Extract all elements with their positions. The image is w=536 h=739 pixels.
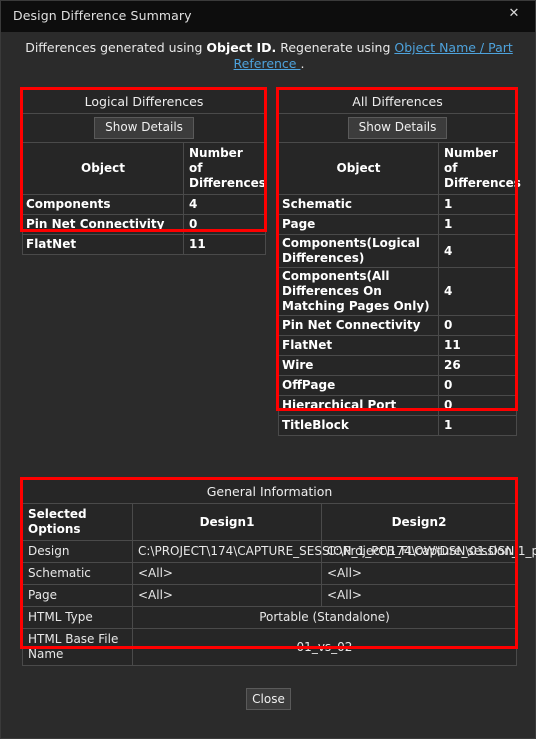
banner-text-2: Regenerate using [276,40,395,55]
general-row-design2-1: <All> [321,562,517,585]
table-row: FlatNet 11 [278,335,517,356]
general-row-merged-3: Portable (Standalone) [132,606,517,629]
general-row-design1-2: <All> [132,584,322,607]
logical-col-count: Number of Differences [182,142,267,195]
all-row-object-7: OffPage [278,375,439,396]
table-row: Pin Net Connectivity 0 [278,315,517,336]
table-row: Pin Net Connectivity 0 [22,214,267,235]
table-row: Design C:\PROJECT\174\CAPTURE_SESSION_1_… [22,540,536,563]
all-row-count-7: 0 [438,375,517,396]
all-row-count-8: 0 [438,395,517,416]
logical-show-details-button[interactable]: Show Details [94,117,194,139]
all-row-object-9: TitleBlock [278,415,439,436]
table-row: Schematic 1 [278,194,517,215]
all-differences-table: All Differences Show Details Object Numb… [278,89,521,436]
table-row: Components(All Differences On Matching P… [278,267,517,316]
logical-col-object: Object [22,142,184,195]
logical-row-count-1: 0 [182,214,267,235]
all-row-count-2: 4 [438,234,517,268]
logical-differences-table: Logical Differences Show Details Object … [21,89,267,255]
table-button-row: Show Details [278,113,517,143]
table-row: FlatNet 11 [22,234,267,255]
table-header-row: Object Number of Differences [22,142,267,195]
banner-object-id: Object ID. [206,40,277,55]
logical-row-object-2: FlatNet [22,234,184,255]
general-row-design1-1: <All> [132,562,322,585]
table-row: Hierarchical Port 0 [278,395,517,416]
banner-text-3: . [300,56,305,71]
all-differences-caption: All Differences [278,89,517,114]
table-caption-row: Logical Differences [21,89,267,114]
general-row-design1-0: C:\PROJECT\174\CAPTURE_SESSION_1_PCB_FLO… [132,540,514,563]
general-col-design2: Design2 [321,503,517,541]
table-row: TitleBlock 1 [278,415,517,436]
all-row-count-5: 11 [438,335,517,356]
general-col-design1: Design1 [132,503,322,541]
general-row-label-3: HTML Type [22,606,133,629]
design-difference-summary-dialog: Design Difference Summary ✕ Differences … [0,0,536,739]
all-row-object-5: FlatNet [278,335,439,356]
table-row: Wire 26 [278,355,517,376]
all-col-count: Number of Differences [438,142,521,195]
all-row-count-4: 0 [438,315,517,336]
table-row: HTML Base File Name 01_vs_02 [22,628,517,666]
all-row-object-2: Components(Logical Differences) [278,234,439,268]
table-row: Components 4 [22,194,267,215]
title-bar: Design Difference Summary ✕ [1,1,535,32]
table-row: Page <All> <All> [22,584,517,607]
table-row: OffPage 0 [278,375,517,396]
table-header-row: Selected Options Design1 Design2 [22,503,517,541]
logical-row-object-1: Pin Net Connectivity [22,214,184,235]
logical-show-details-cell: Show Details [21,113,267,143]
all-row-object-0: Schematic [278,194,439,215]
table-row: Page 1 [278,214,517,235]
all-row-count-3: 4 [438,267,517,316]
banner-text-1: Differences generated using [25,40,207,55]
general-row-label-2: Page [22,584,133,607]
all-row-object-8: Hierarchical Port [278,395,439,416]
all-row-count-9: 1 [438,415,517,436]
all-col-object: Object [278,142,439,195]
table-button-row: Show Details [21,113,267,143]
close-icon[interactable]: ✕ [503,4,525,24]
table-header-row: Object Number of Differences [278,142,521,195]
window-title: Design Difference Summary [13,8,192,23]
all-row-object-6: Wire [278,355,439,376]
general-row-design2-2: <All> [321,584,517,607]
logical-row-count-0: 4 [182,194,267,215]
table-row: Components(Logical Differences) 4 [278,234,517,268]
general-row-design2-0: C:\Project\174\capture_session_1_pcb_flo… [321,540,536,563]
logical-differences-caption: Logical Differences [21,89,267,114]
general-information-table: General Information Selected Options Des… [22,479,536,666]
general-information-caption: General Information [22,479,517,504]
regenerate-banner: Differences generated using Object ID. R… [1,32,536,72]
table-caption-row: General Information [22,479,517,504]
all-row-count-6: 26 [438,355,517,376]
all-row-count-0: 1 [438,194,517,215]
close-button[interactable]: Close [246,688,291,710]
all-show-details-button[interactable]: Show Details [347,117,448,139]
table-caption-row: All Differences [278,89,517,114]
all-row-object-3: Components(All Differences On Matching P… [278,267,439,316]
general-row-label-1: Schematic [22,562,133,585]
all-show-details-cell: Show Details [278,113,517,143]
table-row: Schematic <All> <All> [22,562,517,585]
general-row-label-4: HTML Base File Name [22,628,133,666]
logical-row-count-2: 11 [182,234,267,255]
table-row: HTML Type Portable (Standalone) [22,606,517,629]
general-row-merged-4: 01_vs_02 [132,628,517,666]
general-col-selected-options: Selected Options [22,503,133,541]
logical-row-object-0: Components [22,194,184,215]
all-row-object-4: Pin Net Connectivity [278,315,439,336]
all-row-count-1: 1 [438,214,517,235]
general-row-label-0: Design [22,540,133,563]
all-row-object-1: Page [278,214,439,235]
